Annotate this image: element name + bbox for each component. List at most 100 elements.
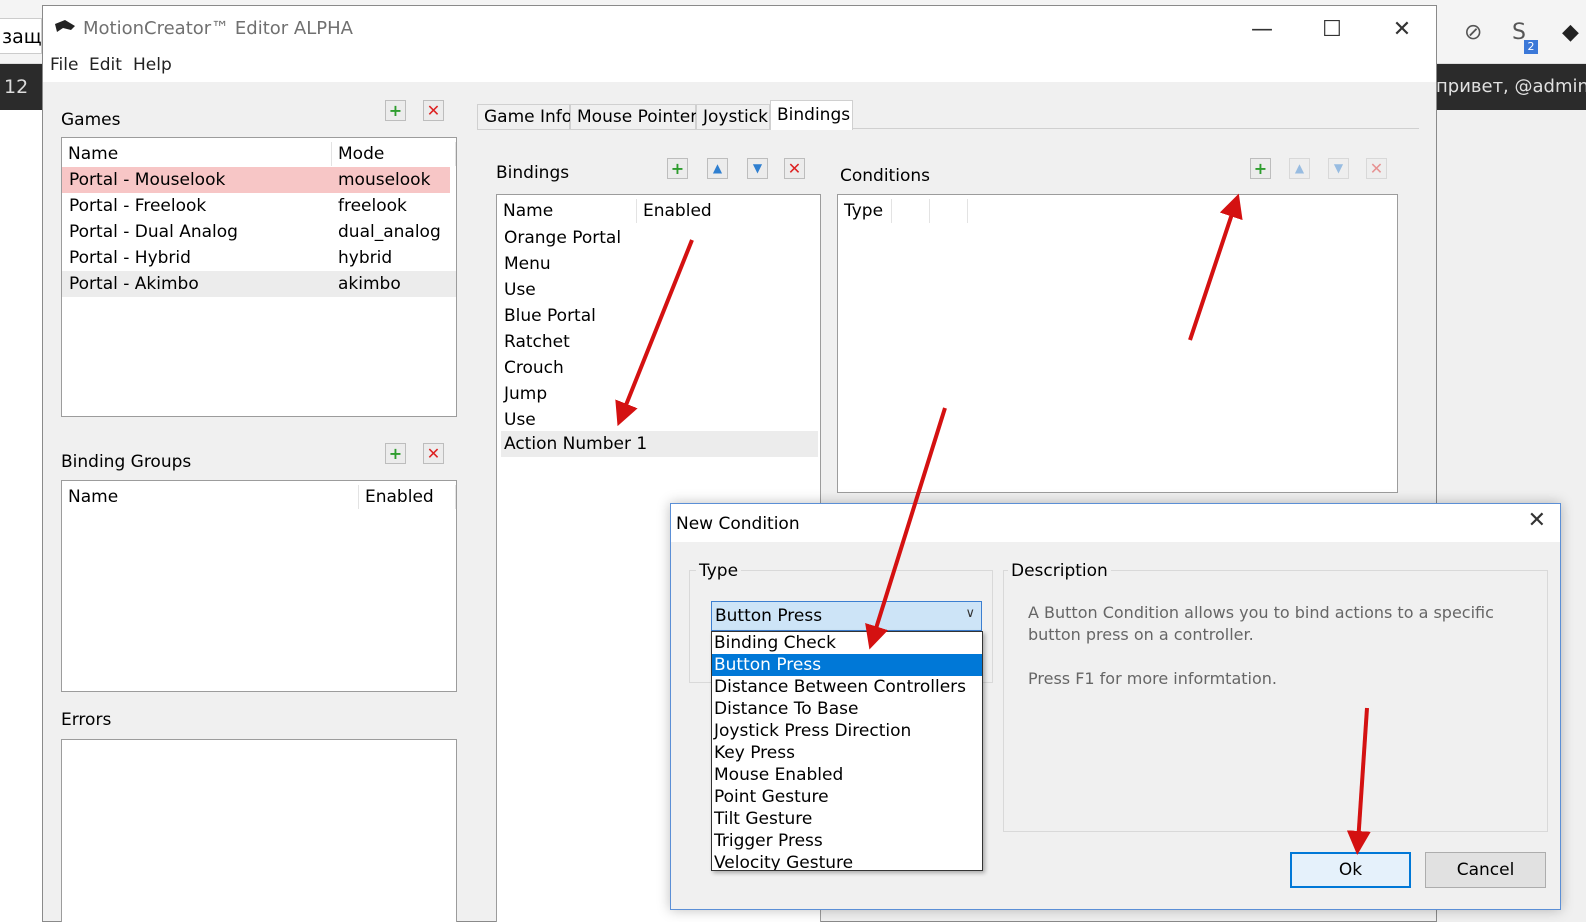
list-item[interactable]: Blue Portal (497, 303, 820, 329)
dropdown-option[interactable]: Binding Check (712, 632, 982, 654)
list-item[interactable]: Orange Portal (497, 225, 820, 251)
binding-name: Action Number 1 (504, 434, 648, 454)
dropdown-option[interactable]: Joystick Press Direction (712, 720, 982, 742)
conditions-list[interactable]: Type (837, 194, 1398, 493)
list-item[interactable]: Action Number 1 (501, 431, 818, 457)
move-binding-up-button[interactable]: ▲ (707, 158, 728, 179)
binding-groups-list[interactable]: Name Enabled (61, 480, 457, 692)
list-item[interactable]: Use (497, 407, 820, 433)
cursor-icon[interactable]: ⊘ (1464, 20, 1482, 45)
close-button[interactable]: ✕ (1379, 12, 1425, 48)
condition-type-dropdown[interactable]: Binding Check Button Press Distance Betw… (711, 631, 983, 871)
maximize-button[interactable]: ☐ (1309, 12, 1355, 48)
column-header-name[interactable]: Name (62, 142, 332, 166)
binding-name: Ratchet (504, 332, 570, 352)
dropdown-option[interactable]: Trigger Press (712, 830, 982, 852)
column-header-blank[interactable] (930, 199, 968, 223)
shield-icon[interactable]: ◆ (1562, 20, 1579, 45)
binding-name: Use (504, 280, 536, 300)
column-header-name[interactable]: Name (62, 485, 359, 509)
games-label: Games (61, 110, 121, 130)
bindings-label: Bindings (496, 163, 570, 183)
menu-file[interactable]: File (50, 55, 78, 75)
game-mode: freelook (338, 196, 407, 216)
table-row[interactable]: Portal - Mouselook mouselook (62, 167, 450, 193)
add-game-button[interactable]: + (385, 100, 406, 121)
menu-help[interactable]: Help (133, 55, 172, 75)
game-mode: hybrid (338, 248, 393, 268)
dropdown-option[interactable]: Key Press (712, 742, 982, 764)
binding-name: Blue Portal (504, 306, 596, 326)
list-item[interactable]: Crouch (497, 355, 820, 381)
column-header-blank[interactable] (892, 199, 930, 223)
list-item[interactable]: Ratchet (497, 329, 820, 355)
minimize-button[interactable]: — (1239, 12, 1285, 48)
title-bar: MotionCreator™ Editor ALPHA — ☐ ✕ (43, 6, 1436, 52)
dropdown-option[interactable]: Tilt Gesture (712, 808, 982, 830)
conditions-list-header: Type (838, 199, 1397, 223)
column-header-enabled[interactable]: Enabled (359, 485, 456, 509)
tab-game-info[interactable]: Game Info (477, 104, 572, 130)
game-name: Portal - Akimbo (69, 274, 199, 294)
description-text: A Button Condition allows you to bind ac… (1028, 603, 1494, 644)
ok-button[interactable]: Ok (1290, 852, 1411, 888)
errors-list[interactable] (61, 739, 457, 922)
list-item[interactable]: Menu (497, 251, 820, 277)
table-row[interactable]: Portal - Akimbo akimbo (62, 271, 456, 297)
add-condition-button[interactable]: + (1250, 158, 1271, 179)
add-binding-group-button[interactable]: + (385, 443, 406, 464)
remove-binding-group-button[interactable]: ✕ (423, 443, 444, 464)
list-item[interactable]: Jump (497, 381, 820, 407)
condition-description: A Button Condition allows you to bind ac… (1028, 602, 1508, 690)
menu-edit[interactable]: Edit (89, 55, 122, 75)
conditions-label: Conditions (840, 166, 930, 186)
dialog-title-bar: New Condition ✕ (671, 504, 1560, 542)
browser-tab-fragment[interactable]: защи (0, 18, 42, 54)
notification-badge: 2 (1524, 40, 1538, 54)
dropdown-option[interactable]: Point Gesture (712, 786, 982, 808)
move-binding-down-button[interactable]: ▼ (747, 158, 768, 179)
column-header-type[interactable]: Type (838, 199, 892, 223)
column-header-enabled[interactable]: Enabled (637, 199, 820, 223)
selected-type-value: Button Press (715, 606, 823, 626)
cancel-button[interactable]: Cancel (1425, 852, 1546, 888)
dropdown-option[interactable]: Mouse Enabled (712, 764, 982, 786)
dropdown-option[interactable]: Velocity Gesture (712, 852, 982, 870)
dialog-close-icon[interactable]: ✕ (1528, 508, 1546, 533)
column-header-mode[interactable]: Mode (332, 142, 456, 166)
game-mode: dual_analog (338, 222, 441, 242)
games-list[interactable]: Name Mode Portal - Mouselook mouselook P… (61, 137, 457, 417)
description-help: Press F1 for more informtation. (1028, 669, 1277, 688)
table-row[interactable]: Portal - Freelook freelook (62, 193, 456, 219)
add-binding-button[interactable]: + (667, 158, 688, 179)
column-header-name[interactable]: Name (497, 199, 637, 223)
tab-bindings[interactable]: Bindings (770, 100, 853, 130)
binding-groups-label: Binding Groups (61, 452, 192, 472)
tab-joystick[interactable]: Joystick (696, 104, 770, 130)
game-name: Portal - Freelook (69, 196, 207, 216)
chevron-down-icon[interactable]: ∨ (965, 606, 975, 621)
dropdown-option[interactable]: Distance To Base (712, 698, 982, 720)
binding-name: Menu (504, 254, 551, 274)
list-item[interactable]: Use (497, 277, 820, 303)
game-name: Portal - Hybrid (69, 248, 191, 268)
binding-name: Orange Portal (504, 228, 622, 248)
tab-mouse-pointer[interactable]: Mouse Pointer (570, 104, 697, 130)
condition-type-select[interactable]: Button Press ∨ (711, 601, 982, 631)
dropdown-option[interactable]: Distance Between Controllers (712, 676, 982, 698)
greeting-text: привет, @admin (1436, 76, 1586, 97)
game-mode: mouselook (338, 170, 431, 190)
table-row[interactable]: Portal - Dual Analog dual_analog (62, 219, 456, 245)
game-name: Portal - Dual Analog (69, 222, 238, 242)
remove-game-button[interactable]: ✕ (423, 100, 444, 121)
game-mode: akimbo (338, 274, 401, 294)
remove-condition-button[interactable]: ✕ (1366, 158, 1387, 179)
window-title: MotionCreator™ Editor ALPHA (83, 18, 353, 39)
dropdown-option-selected[interactable]: Button Press (712, 654, 982, 676)
remove-binding-button[interactable]: ✕ (784, 158, 805, 179)
move-condition-down-button[interactable]: ▼ (1328, 158, 1349, 179)
move-condition-up-button[interactable]: ▲ (1289, 158, 1310, 179)
browser-extension-icons: ⊘ S 2 ◆ (1444, 12, 1586, 58)
dialog-title: New Condition (676, 514, 800, 534)
table-row[interactable]: Portal - Hybrid hybrid (62, 245, 456, 271)
